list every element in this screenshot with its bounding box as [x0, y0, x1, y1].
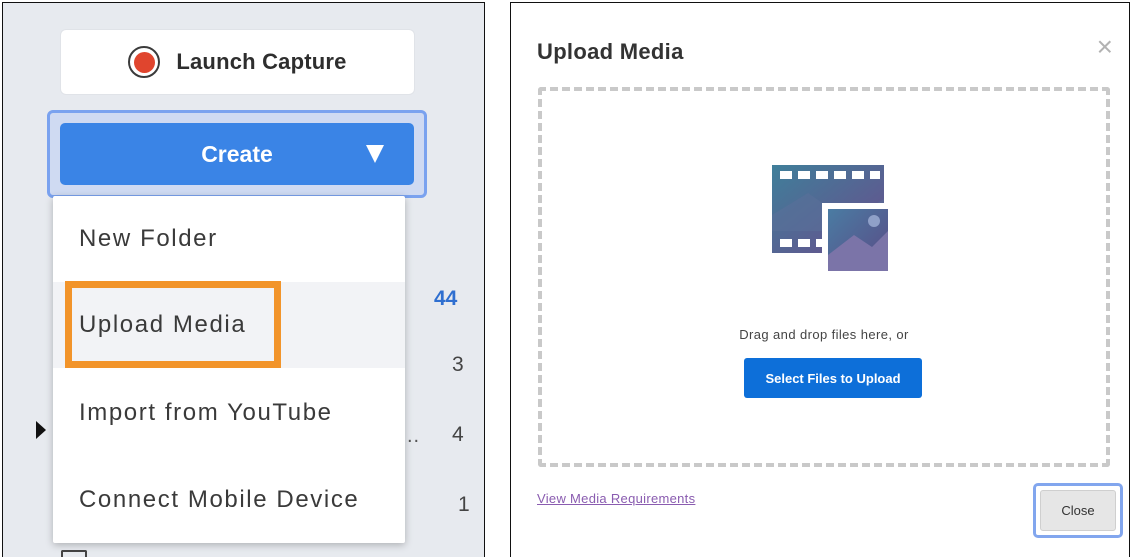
create-dropdown-button[interactable]: Create: [60, 123, 414, 185]
left-screenshot-panel: Launch Capture Create 44 3 4 1 .. New Fo…: [2, 2, 485, 557]
launch-capture-label: Launch Capture: [176, 49, 347, 74]
file-drop-zone[interactable]: Drag and drop files here, or Select File…: [538, 87, 1110, 467]
select-files-button[interactable]: Select Files to Upload: [744, 358, 922, 398]
count-badge: 44: [434, 287, 458, 310]
count-badge: 3: [452, 353, 464, 376]
launch-capture-button[interactable]: Launch Capture: [61, 30, 414, 94]
media-upload-icon: [772, 165, 894, 277]
caret-down-icon: [366, 145, 384, 163]
truncated-text: ..: [407, 425, 421, 447]
expand-arrow-icon[interactable]: [36, 421, 46, 439]
close-icon[interactable]: ×: [1097, 33, 1113, 61]
count-badge: 1: [458, 493, 470, 516]
upload-media-highlight: [65, 281, 281, 368]
menu-item-import-youtube[interactable]: Import from YouTube: [53, 370, 405, 456]
create-label: Create: [201, 140, 273, 167]
count-badge: 4: [452, 423, 464, 446]
upload-media-dialog: Upload Media × Drag and drop files here,…: [510, 2, 1130, 557]
folder-icon: [61, 550, 87, 557]
record-icon: [128, 46, 161, 78]
media-requirements-link[interactable]: View Media Requirements: [537, 491, 695, 506]
menu-item-connect-mobile[interactable]: Connect Mobile Device: [53, 457, 405, 543]
menu-item-new-folder[interactable]: New Folder: [53, 196, 405, 282]
create-dropdown-menu: New Folder Upload Media Import from YouT…: [53, 196, 405, 543]
dialog-title: Upload Media: [537, 39, 684, 64]
drop-instructions: Drag and drop files here, or: [739, 327, 909, 342]
close-button[interactable]: Close: [1040, 490, 1116, 531]
